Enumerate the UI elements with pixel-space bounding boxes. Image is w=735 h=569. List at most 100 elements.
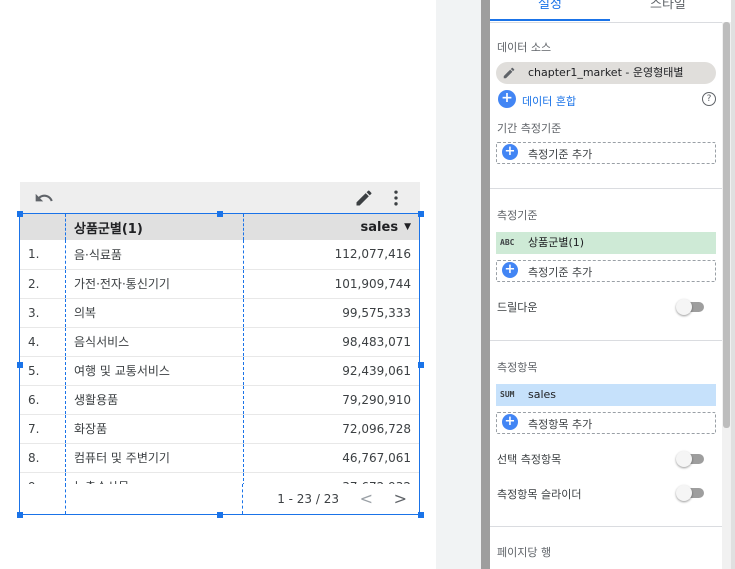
table-row[interactable]: 8. 컴퓨터 및 주변기기 46,767,061 [20, 443, 419, 472]
metric-label: 측정항목 [497, 361, 538, 374]
table-row[interactable]: 5. 여행 및 교통서비스 92,439,061 [20, 356, 419, 385]
resize-handle-br[interactable] [418, 512, 424, 518]
category-cell: 여행 및 교통서비스 [65, 356, 244, 385]
resize-handle-tr[interactable] [418, 211, 424, 217]
row-index: 6. [28, 392, 40, 407]
sales-cell: 72,096,728 [342, 421, 411, 436]
table-row[interactable]: 6. 생활용품 79,290,910 [20, 385, 419, 414]
category-column-header[interactable]: 상품군별(1) [65, 214, 244, 240]
add-icon: + [502, 262, 518, 278]
column-guide [65, 484, 66, 514]
table-header-row: 상품군별(1) sales ▼ [20, 214, 419, 240]
row-index: 2. [28, 276, 40, 291]
row-index: 5. [28, 363, 40, 378]
pencil-icon[interactable] [354, 188, 374, 208]
category-header-label: 상품군별(1) [74, 221, 143, 237]
resize-handle-tl[interactable] [17, 211, 23, 217]
resize-handle-l[interactable] [17, 362, 23, 368]
add-metric-label: 측정항목 추가 [528, 418, 593, 431]
row-index: 8. [28, 450, 40, 465]
prev-page-icon[interactable]: < [360, 489, 373, 508]
next-page-icon[interactable]: > [394, 489, 407, 508]
dimension-field-name: 상품군별(1) [528, 236, 585, 249]
data-source-name: chapter1_market - 운영형태별 [528, 66, 684, 79]
column-guide [242, 484, 243, 514]
sales-cell: 79,290,910 [342, 392, 411, 407]
table-row[interactable]: 3. 의복 99,575,333 [20, 298, 419, 327]
blend-data-label: 데이터 혼합 [522, 95, 577, 108]
table-body: 1. 음·식료품 112,077,416 2. 가전·전자·통신기기 101,909,74… [20, 240, 419, 501]
table-row[interactable]: 7. 화장품 72,096,728 [20, 414, 419, 443]
add-metric-button[interactable]: + 측정항목 추가 [496, 412, 716, 434]
index-header [20, 214, 66, 240]
optional-metrics-toggle[interactable] [676, 451, 704, 467]
help-icon[interactable]: ? [702, 92, 716, 106]
resize-handle-bl[interactable] [17, 512, 23, 518]
tab-style[interactable]: 스타일 [650, 0, 686, 12]
category-cell: 컴퓨터 및 주변기기 [65, 443, 244, 472]
metric-field-chip[interactable]: SUM sales [496, 384, 716, 406]
add-dimension-label: 측정기준 추가 [528, 148, 593, 161]
row-index: 4. [28, 334, 40, 349]
panel-scrollbar[interactable] [722, 22, 731, 569]
section-divider [490, 526, 722, 527]
category-cell: 음식서비스 [65, 327, 244, 356]
chart-toolbar [20, 182, 420, 214]
category-cell: 생활용품 [65, 385, 244, 414]
sales-cell: 112,077,416 [334, 247, 411, 262]
data-table: 상품군별(1) sales ▼ 1. 음·식료품 112,077,416 2. 가전·전자… [20, 214, 419, 502]
section-divider [490, 188, 722, 189]
add-dimension-button[interactable]: + 측정기준 추가 [496, 260, 716, 282]
data-source-chip[interactable]: chapter1_market - 운영형태별 [496, 62, 716, 84]
rows-per-page-label: 페이지당 행 [497, 546, 552, 559]
row-index: 7. [28, 421, 40, 436]
drilldown-toggle[interactable] [676, 299, 704, 315]
properties-panel: 설정 스타일 데이터 소스 chapter1_market - 운영형태별 + … [490, 0, 722, 569]
table-row[interactable]: 2. 가전·전자·통신기기 101,909,744 [20, 269, 419, 298]
scrollbar-thumb[interactable] [723, 22, 730, 428]
window-edge [731, 0, 735, 569]
add-icon: + [502, 414, 518, 430]
drilldown-label: 드릴다운 [497, 301, 538, 314]
panel-divider[interactable] [481, 0, 490, 569]
resize-handle-b[interactable] [217, 512, 223, 518]
add-date-dimension-button[interactable]: + 측정기준 추가 [496, 142, 716, 164]
active-tab-indicator [490, 19, 610, 21]
tab-setup[interactable]: 설정 [538, 0, 562, 12]
sales-header-label: sales [360, 219, 399, 235]
panel-tabs: 설정 스타일 [490, 0, 722, 23]
toggle-knob [676, 451, 692, 467]
dimension-label: 측정기준 [497, 209, 538, 222]
optional-metrics-label: 선택 측정항목 [497, 453, 562, 466]
report-canvas: 상품군별(1) sales ▼ 1. 음·식료품 112,077,416 2. 가전·전자… [0, 0, 436, 569]
resize-handle-t[interactable] [217, 211, 223, 217]
metric-field-name: sales [528, 388, 557, 401]
type-badge: ABC [500, 238, 515, 247]
dimension-field-chip[interactable]: ABC 상품군별(1) [496, 232, 716, 254]
sales-cell: 92,439,061 [342, 363, 411, 378]
table-row[interactable]: 1. 음·식료품 112,077,416 [20, 240, 419, 269]
toggle-knob [676, 299, 692, 315]
category-cell: 의복 [65, 298, 244, 327]
add-dimension-label: 측정기준 추가 [528, 266, 593, 279]
undo-icon[interactable] [34, 188, 54, 208]
more-vert-icon[interactable] [386, 188, 406, 208]
toggle-knob [676, 485, 692, 501]
sales-column-header[interactable]: sales ▼ [244, 214, 420, 240]
sales-cell: 46,767,061 [342, 450, 411, 465]
row-index: 3. [28, 305, 40, 320]
sales-cell: 99,575,333 [342, 305, 411, 320]
data-source-label: 데이터 소스 [497, 41, 552, 54]
table-row[interactable]: 4. 음식서비스 98,483,071 [20, 327, 419, 356]
resize-handle-r[interactable] [418, 362, 424, 368]
sales-cell: 101,909,744 [334, 276, 411, 291]
metric-slider-toggle[interactable] [676, 485, 704, 501]
metric-slider-label: 측정항목 슬라이더 [497, 488, 582, 501]
section-divider [490, 340, 722, 341]
pencil-icon[interactable] [502, 66, 516, 80]
category-cell: 화장품 [65, 414, 244, 443]
date-range-dimension-label: 기간 측정기준 [497, 122, 562, 135]
category-cell: 가전·전자·통신기기 [65, 269, 244, 298]
table-chart[interactable]: 상품군별(1) sales ▼ 1. 음·식료품 112,077,416 2. 가전·전자… [19, 213, 420, 515]
sort-desc-icon[interactable]: ▼ [404, 222, 411, 232]
